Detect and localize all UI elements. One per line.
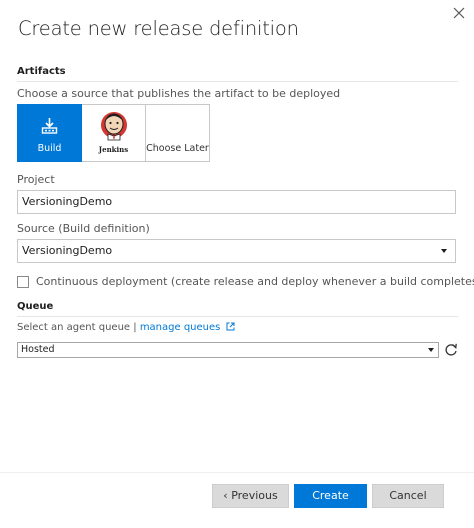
queue-help-text: Select an agent queue | (17, 322, 137, 333)
artifacts-help-text: Choose a source that publishes the artif… (17, 87, 341, 100)
artifact-tile-label: Build (37, 143, 62, 154)
chevron-down-icon (428, 348, 434, 352)
cancel-button[interactable]: Cancel (372, 484, 444, 508)
source-select[interactable]: VersioningDemo (17, 239, 456, 263)
chevron-down-icon (441, 249, 447, 253)
artifact-tile-build[interactable]: Build (17, 104, 82, 162)
project-input[interactable]: VersioningDemo (17, 190, 456, 214)
external-link-icon (226, 322, 235, 331)
artifact-tile-label: Choose Later (146, 143, 209, 154)
agent-queue-value: Hosted (21, 344, 55, 355)
queue-help-row: Select an agent queue | manage queues (17, 322, 235, 333)
previous-button-label: Previous (231, 489, 278, 502)
build-icon (41, 118, 58, 134)
close-icon[interactable] (450, 4, 468, 22)
create-button-label: Create (312, 489, 349, 502)
artifact-tile-choose-later[interactable]: Choose Later (145, 104, 210, 162)
agent-queue-select[interactable]: Hosted (17, 342, 439, 358)
previous-button[interactable]: ‹ Previous (212, 484, 289, 508)
jenkins-logo-icon (101, 112, 127, 141)
queue-divider (17, 316, 458, 317)
continuous-deployment-checkbox[interactable] (17, 275, 29, 288)
source-label: Source (Build definition) (17, 222, 150, 235)
continuous-deployment-row: Continuous deployment (create release an… (17, 275, 474, 288)
continuous-deployment-label: Continuous deployment (create release an… (36, 275, 474, 288)
create-button[interactable]: Create (294, 484, 367, 508)
project-label: Project (17, 173, 55, 186)
artifact-tile-jenkins[interactable]: Jenkins (81, 104, 146, 162)
artifact-source-tiles: Build Jenkins Choose Later (17, 104, 210, 162)
footer-divider (0, 472, 474, 473)
artifacts-divider (17, 81, 458, 82)
manage-queues-link[interactable]: manage queues (140, 322, 235, 333)
queue-section-label: Queue (17, 301, 54, 312)
refresh-icon[interactable] (443, 342, 459, 358)
source-select-value: VersioningDemo (22, 244, 113, 257)
dialog-title: Create new release definition (18, 17, 299, 40)
manage-queues-link-label: manage queues (139, 322, 221, 333)
artifact-tile-label: Jenkins (98, 145, 129, 154)
artifacts-section-label: Artifacts (17, 66, 66, 77)
cancel-button-label: Cancel (389, 489, 427, 502)
